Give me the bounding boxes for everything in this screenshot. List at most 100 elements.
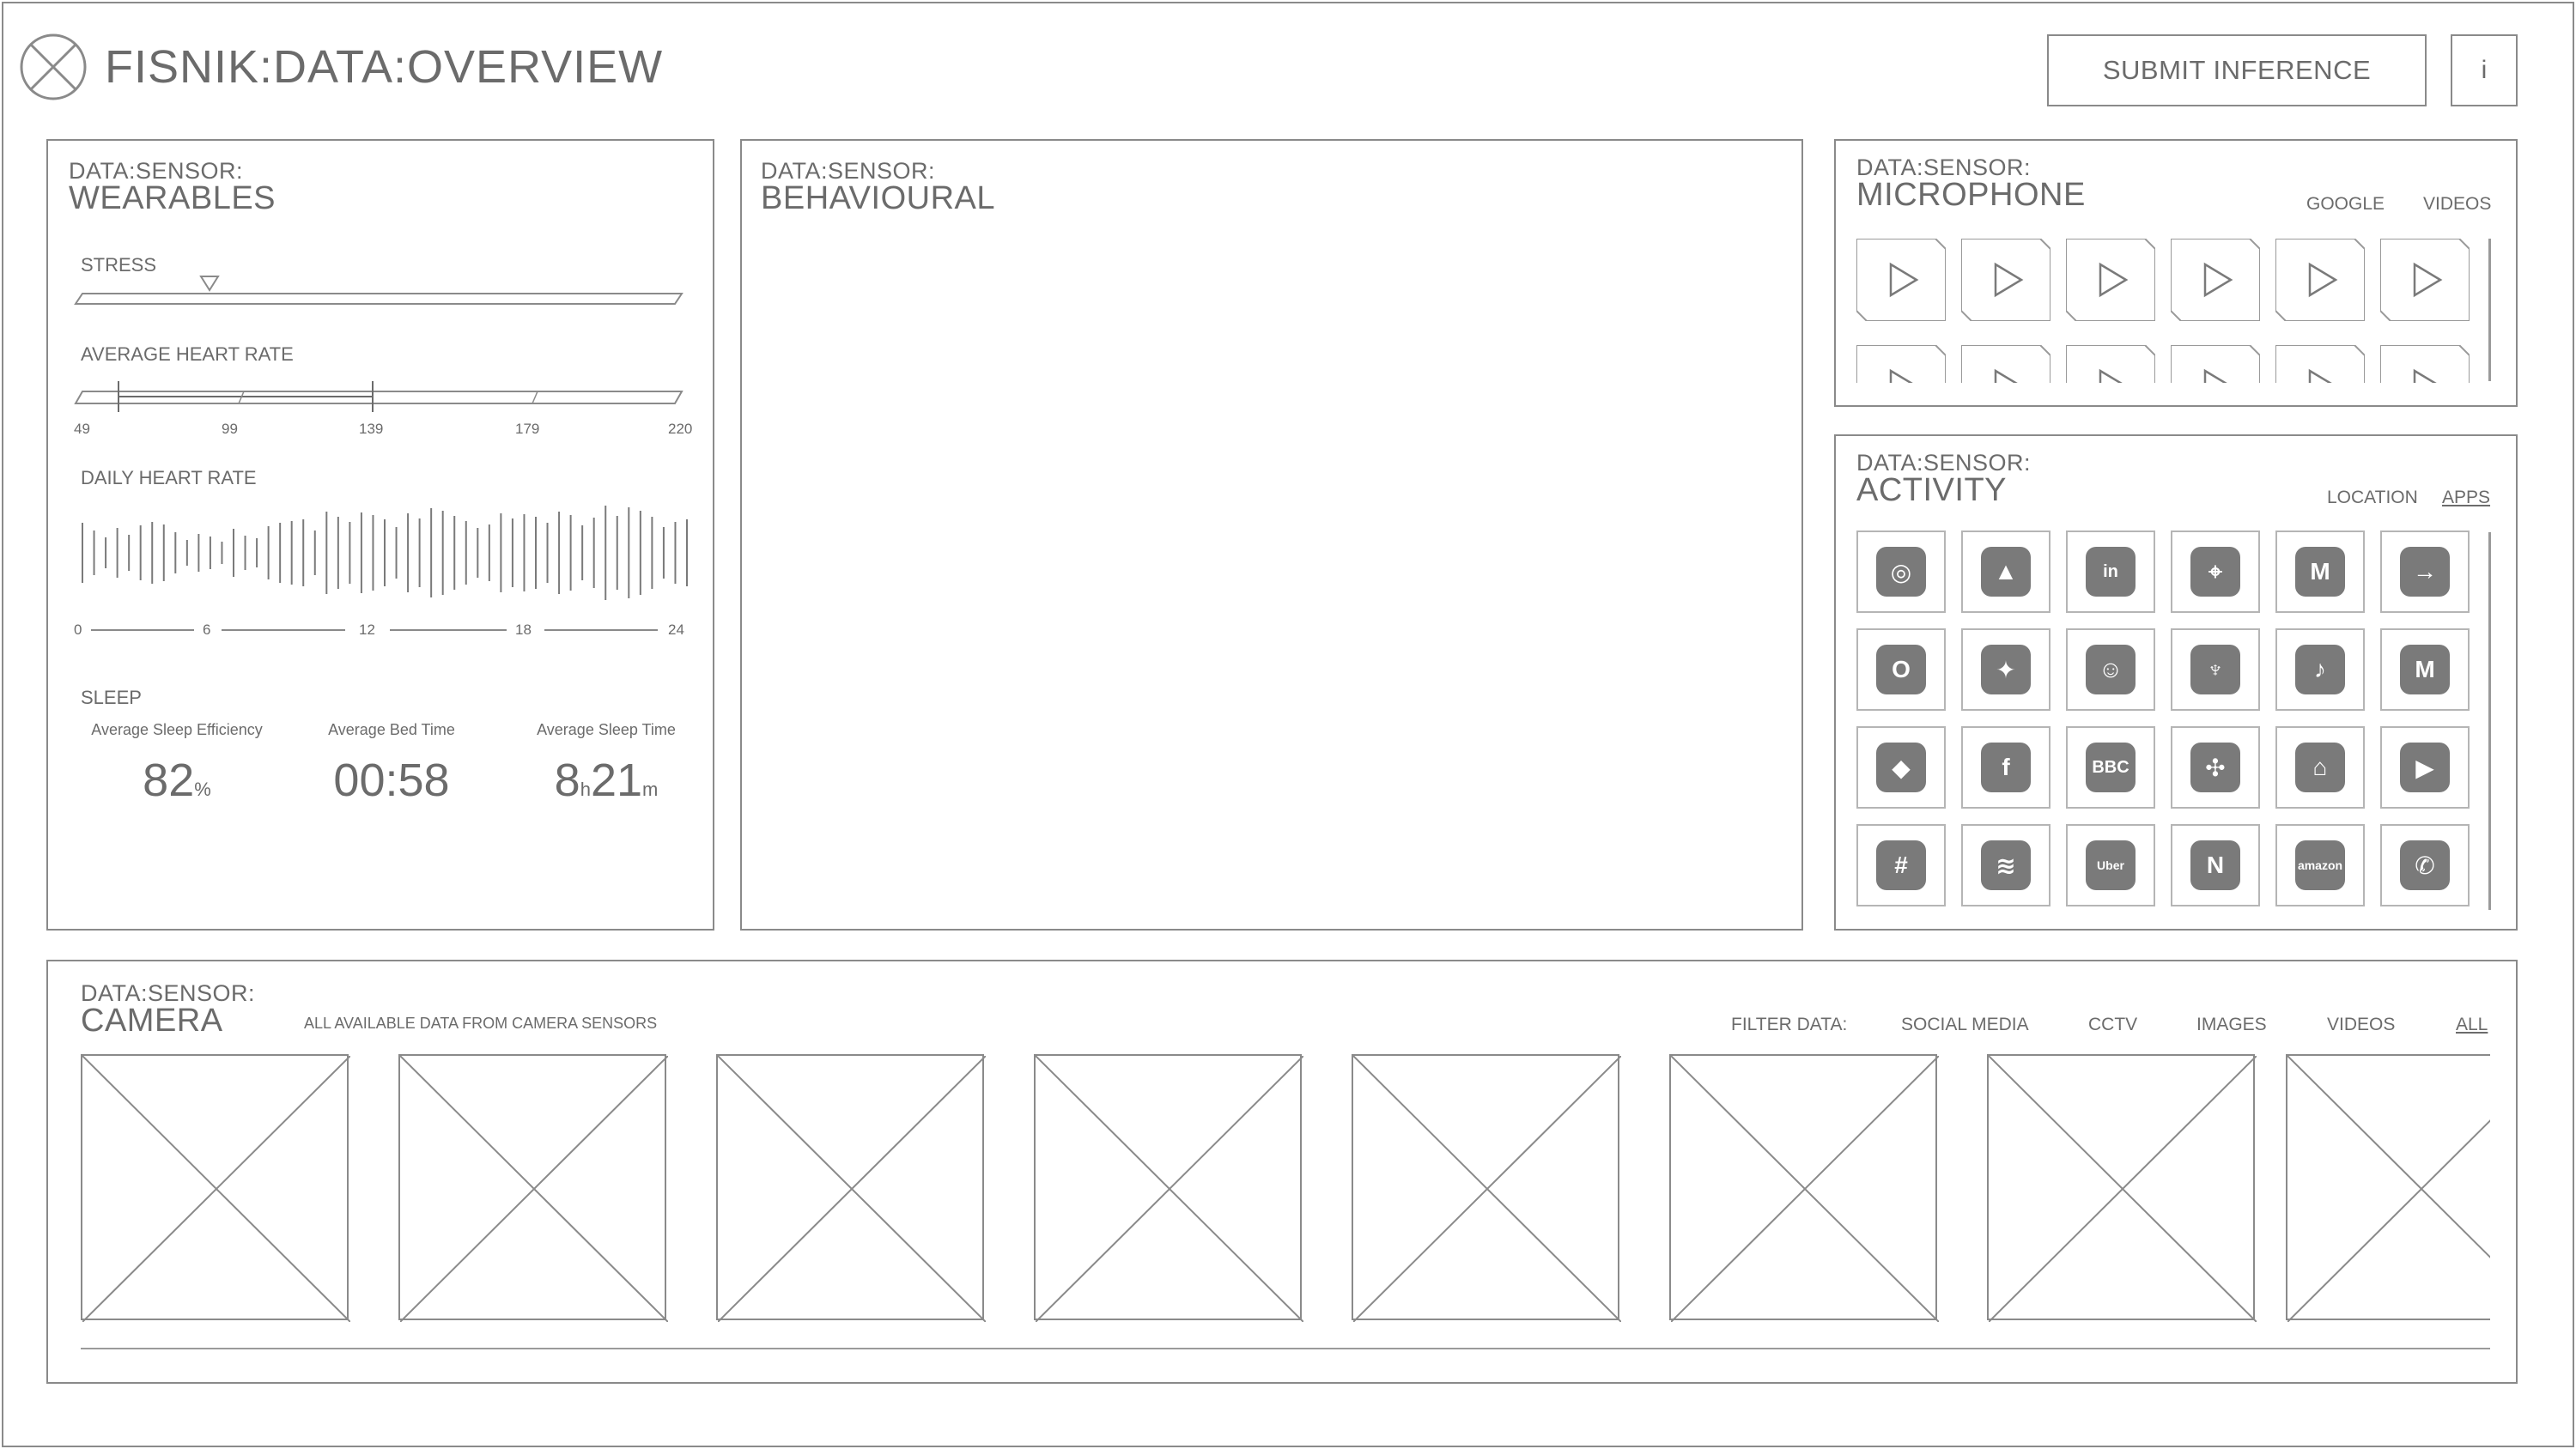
camera-thumbnail[interactable] xyxy=(1669,1054,1939,1322)
app-tile[interactable]: ⌂ xyxy=(2275,726,2365,809)
bbc-news-icon: BBC xyxy=(2086,743,2136,792)
stress-slider[interactable] xyxy=(74,276,683,305)
image-placeholder-icon xyxy=(1989,1056,2257,1322)
app-tile[interactable]: M xyxy=(2380,628,2470,711)
app-tile[interactable]: f xyxy=(1961,726,2050,809)
filter-videos[interactable]: VIDEOS xyxy=(2327,1015,2395,1035)
image-placeholder-icon xyxy=(718,1056,986,1322)
app-tile[interactable]: ⌖ xyxy=(2171,530,2260,613)
bed-time-value: 00:58 xyxy=(333,755,450,806)
play-icon xyxy=(2275,345,2365,383)
camera-thumbnail[interactable] xyxy=(2286,1054,2490,1322)
app-tile[interactable]: amazon xyxy=(2275,824,2365,906)
camera-thumbnail[interactable] xyxy=(81,1054,350,1322)
app-tile[interactable]: ♆ xyxy=(2171,628,2260,711)
avg-hr-tick: 220 xyxy=(668,421,693,437)
sleep-efficiency-value: 82% xyxy=(143,755,211,806)
app-tile[interactable]: BBC xyxy=(2066,726,2155,809)
audio-clip-tile[interactable] xyxy=(2380,239,2470,321)
audio-clip-tile[interactable] xyxy=(2066,345,2155,383)
audio-clip-tile[interactable] xyxy=(2171,345,2260,383)
logo-icon xyxy=(20,33,87,100)
avg-hr-tick: 179 xyxy=(515,421,540,437)
camera-thumbnail[interactable] xyxy=(398,1054,668,1322)
app-tile[interactable]: N xyxy=(2171,824,2260,906)
play-icon xyxy=(2066,239,2155,321)
spotify-icon: ≋ xyxy=(1981,840,2031,890)
avg-hr-tick: 99 xyxy=(222,421,238,437)
app-tile[interactable]: in xyxy=(2066,530,2155,613)
app-tile[interactable]: ☺ xyxy=(2066,628,2155,711)
instagram-icon: ◎ xyxy=(1876,547,1926,597)
play-icon xyxy=(2066,345,2155,383)
facebook-icon: f xyxy=(1981,743,2031,792)
app-tile[interactable]: # xyxy=(1856,824,1946,906)
app-tile[interactable]: Uber xyxy=(2066,824,2155,906)
camera-scrollbar[interactable] xyxy=(81,1348,2490,1349)
audio-clip-tile[interactable] xyxy=(1961,345,2050,383)
filter-all[interactable]: ALL xyxy=(2456,1015,2488,1035)
audio-clip-tile[interactable] xyxy=(2066,239,2155,321)
camera-thumbnail[interactable] xyxy=(1987,1054,2257,1322)
daily-hr-tick: 6 xyxy=(203,621,211,638)
app-tile[interactable]: → xyxy=(2380,530,2470,613)
photos-pinwheel-icon: ✣ xyxy=(2190,743,2240,792)
app-tile[interactable]: O xyxy=(1856,628,1946,711)
barclays-eagle-icon: ♆ xyxy=(2190,645,2240,694)
tab-apps[interactable]: APPS xyxy=(2442,488,2490,508)
daily-hr-tick: 18 xyxy=(515,621,532,638)
play-icon xyxy=(2380,239,2470,321)
app-tile[interactable]: M xyxy=(2275,530,2365,613)
audio-clip-tile[interactable] xyxy=(1961,239,2050,321)
audio-clip-tile[interactable] xyxy=(2380,345,2470,383)
camera-thumbnail[interactable] xyxy=(716,1054,986,1322)
play-icon xyxy=(2380,345,2470,383)
amazon-icon: amazon xyxy=(2295,840,2345,890)
activity-scrollbar[interactable] xyxy=(2488,532,2491,910)
snapchat-icon: ☺ xyxy=(2086,645,2136,694)
play-icon xyxy=(1856,345,1946,383)
app-tile[interactable]: ▶ xyxy=(2380,726,2470,809)
avg-heart-rate-slider[interactable] xyxy=(74,381,683,412)
avg-hr-tick: 139 xyxy=(359,421,384,437)
play-icon xyxy=(2171,345,2260,383)
youtube-icon: ▶ xyxy=(2400,743,2450,792)
twitter-icon: ✦ xyxy=(1981,645,2031,694)
filter-cctv[interactable]: CCTV xyxy=(2088,1015,2137,1035)
app-tile[interactable]: ◆ xyxy=(1856,726,1946,809)
audio-clip-tile[interactable] xyxy=(1856,239,1946,321)
play-icon xyxy=(1961,239,2050,321)
netflix-icon: N xyxy=(2190,840,2240,890)
google-drive-icon: ▲ xyxy=(1981,547,2031,597)
filter-social-media[interactable]: SOCIAL MEDIA xyxy=(1901,1015,2029,1035)
audio-clip-tile[interactable] xyxy=(1856,345,1946,383)
audio-clip-tile[interactable] xyxy=(2171,239,2260,321)
app-tile[interactable]: ♪ xyxy=(2275,628,2365,711)
app-tile[interactable]: ◎ xyxy=(1856,530,1946,613)
camera-thumbnail[interactable] xyxy=(1034,1054,1303,1322)
app-tile[interactable]: ✆ xyxy=(2380,824,2470,906)
app-tile[interactable]: ≋ xyxy=(1961,824,2050,906)
app-tile[interactable]: ✣ xyxy=(2171,726,2260,809)
page-title: FISNIK:DATA:OVERVIEW xyxy=(105,41,664,93)
audio-clip-tile[interactable] xyxy=(2275,345,2365,383)
filter-images[interactable]: IMAGES xyxy=(2196,1015,2267,1035)
audio-clip-tile[interactable] xyxy=(2275,239,2365,321)
behavioural-panel: DATA:SENSOR: BEHAVIOURAL xyxy=(740,139,1803,931)
maps-pin-icon: ⌖ xyxy=(2190,547,2240,597)
tab-location[interactable]: LOCATION xyxy=(2327,488,2418,508)
camera-thumbnail[interactable] xyxy=(1352,1054,1621,1322)
panel-title: CAMERA xyxy=(81,1003,223,1039)
submit-inference-button[interactable]: SUBMIT INFERENCE xyxy=(2047,34,2427,106)
bed-time-label: Average Bed Time xyxy=(328,721,455,738)
app-tile[interactable]: ▲ xyxy=(1961,530,2050,613)
camera-subtitle: ALL AVAILABLE DATA FROM CAMERA SENSORS xyxy=(304,1015,658,1032)
wearables-panel: DATA:SENSOR: WEARABLES STRESS AVERAGE HE… xyxy=(46,139,714,931)
image-placeholder-icon xyxy=(1353,1056,1621,1322)
microphone-scrollbar[interactable] xyxy=(2488,239,2491,381)
app-tile[interactable]: ✦ xyxy=(1961,628,2050,711)
daily-hr-tick: 24 xyxy=(668,621,684,638)
monzo-icon: M xyxy=(2295,547,2345,597)
info-button[interactable]: i xyxy=(2451,34,2518,106)
sleep-time-value: 8h21m xyxy=(554,755,659,806)
